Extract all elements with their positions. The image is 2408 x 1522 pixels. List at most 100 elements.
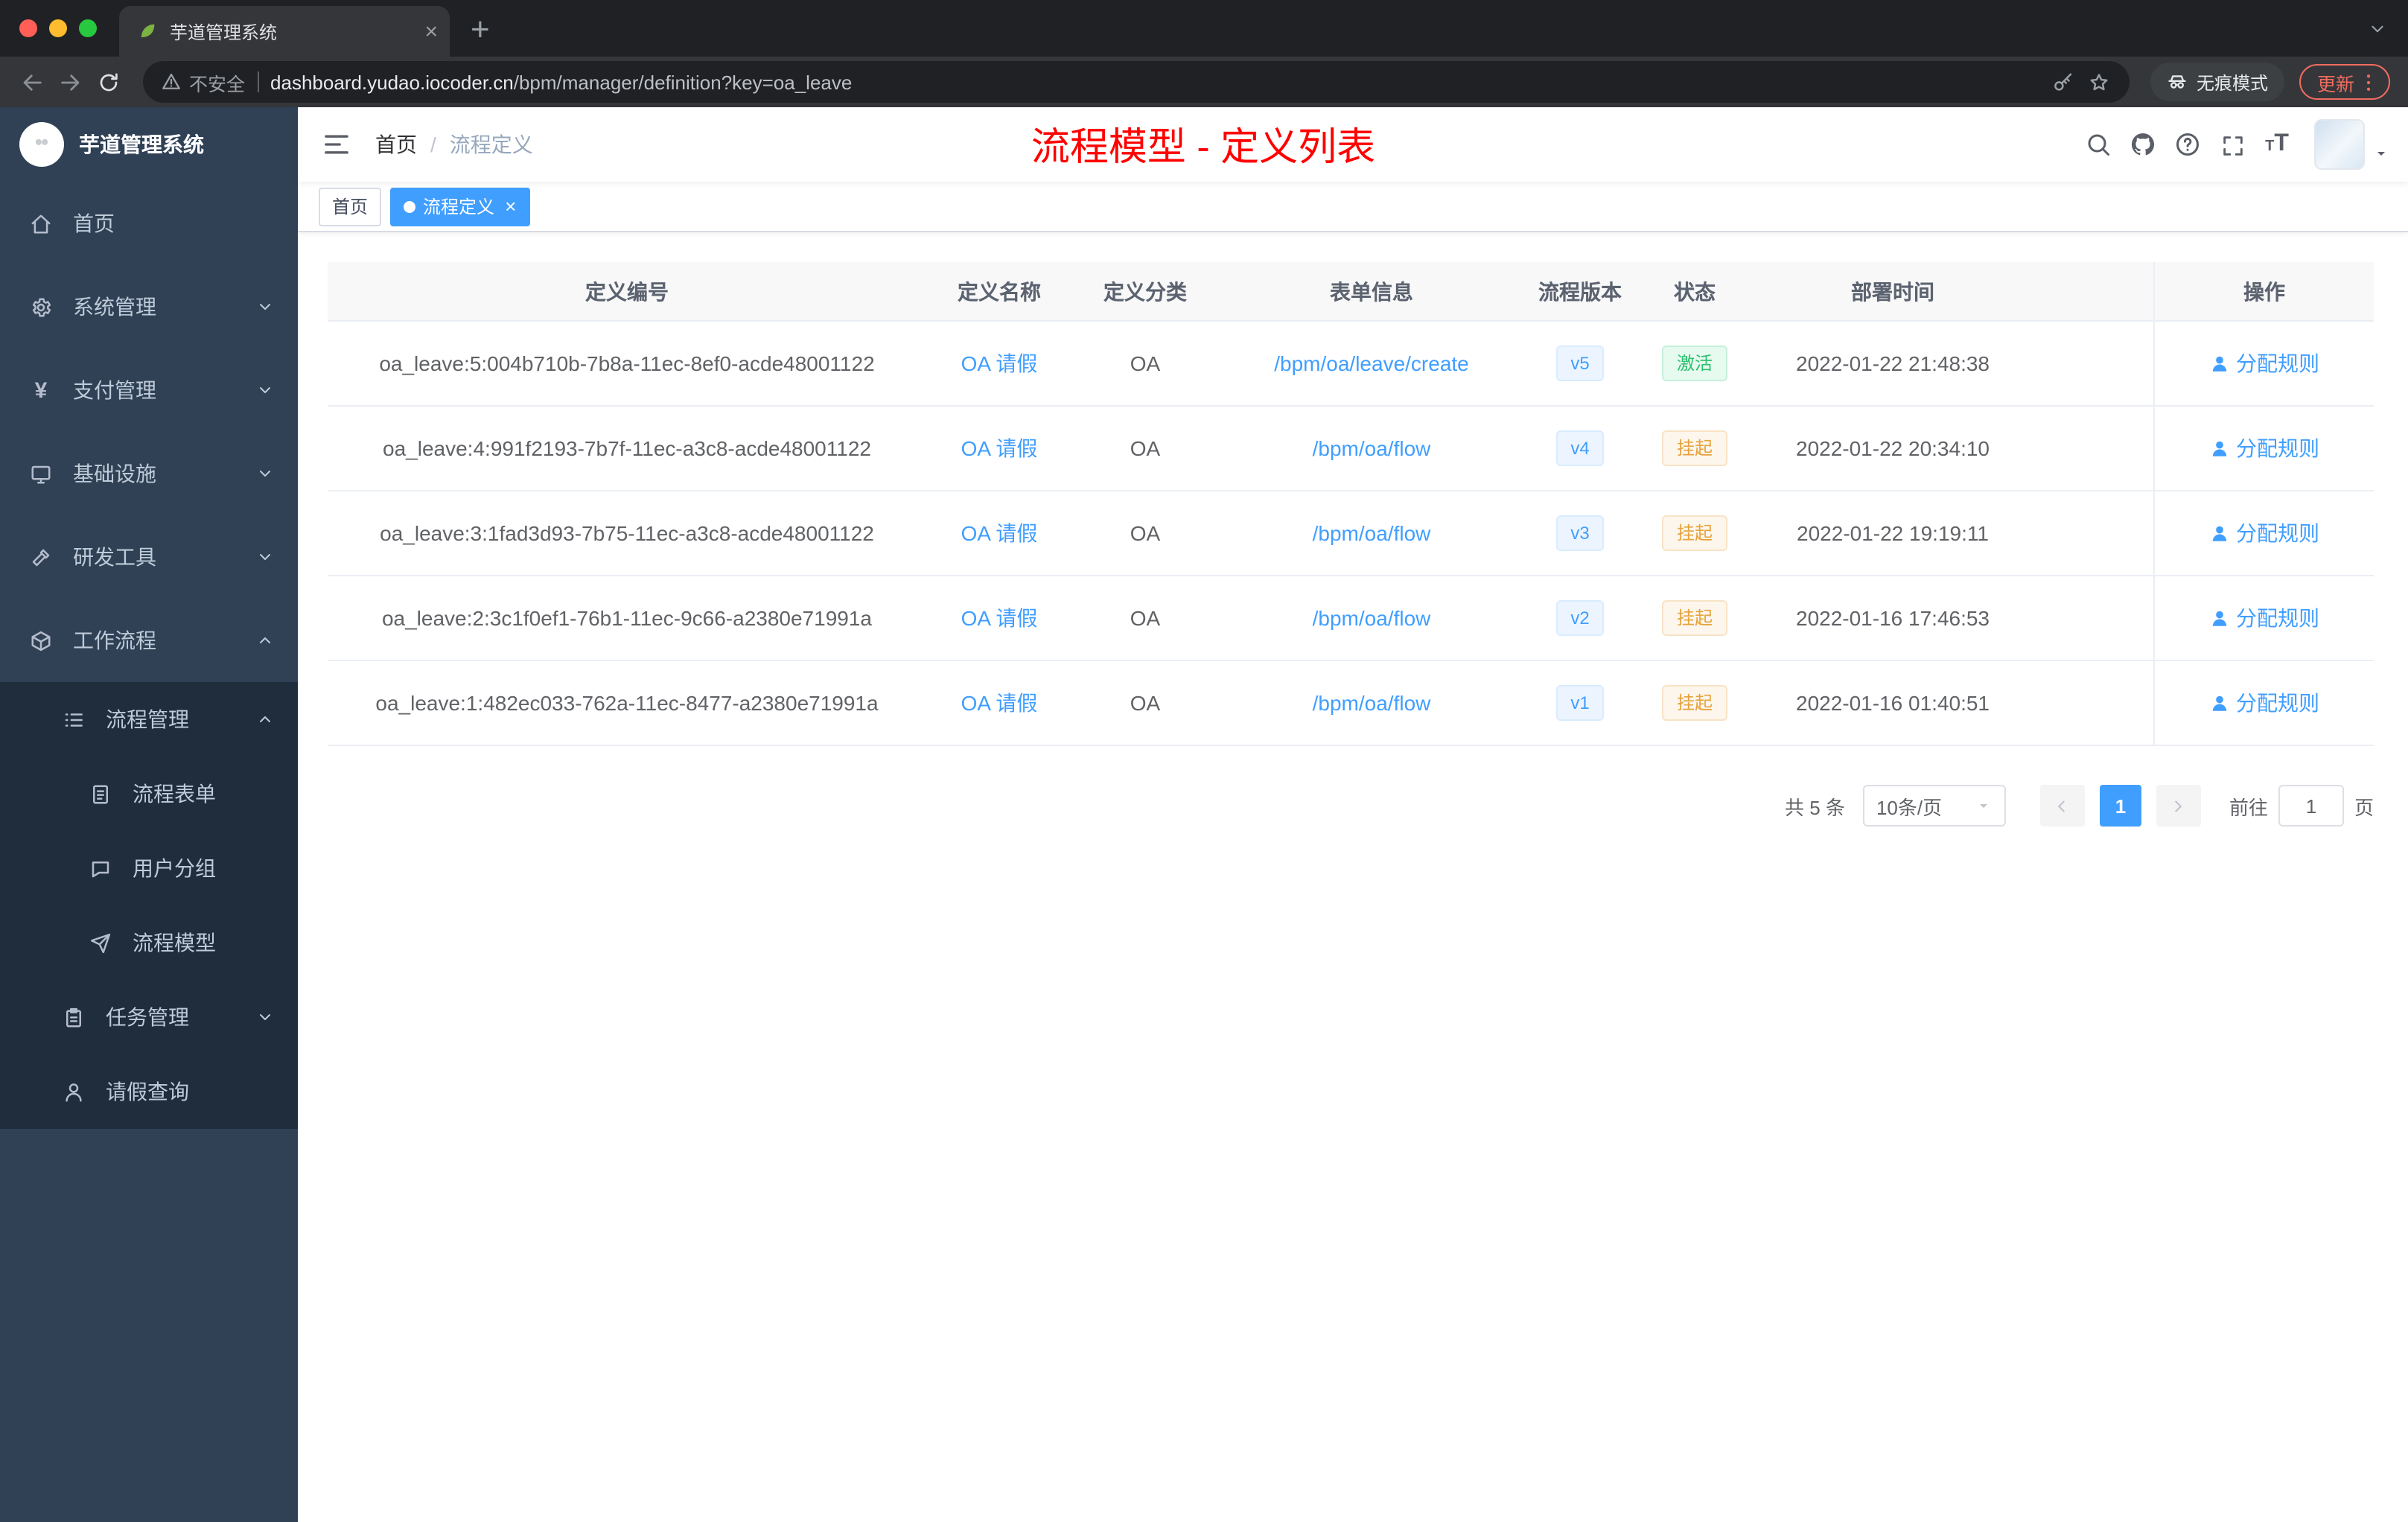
yen-icon: ¥ — [34, 378, 48, 403]
logo-title: 芋道管理系统 — [79, 133, 204, 156]
assign-rule-link[interactable]: 分配规则 — [2209, 603, 2319, 633]
assign-rule-label: 分配规则 — [2236, 351, 2319, 375]
url-text: dashboard.yudao.iocoder.cn/bpm/manager/d… — [270, 71, 2046, 93]
not-secure-warning-icon[interactable] — [161, 71, 182, 92]
definition-id: oa_leave:5:004b710b-7b8a-11ec-8ef0-acde4… — [379, 351, 875, 375]
tab-close-icon[interactable]: × — [424, 20, 438, 42]
assign-rule-link[interactable]: 分配规则 — [2209, 433, 2319, 463]
sidebar-item-system[interactable]: 系统管理 — [0, 265, 298, 348]
github-icon[interactable] — [2129, 130, 2157, 159]
sidebar-item-devtools[interactable]: 研发工具 — [0, 515, 298, 599]
sidebar-item-leave-query[interactable]: 请假查询 — [0, 1054, 298, 1129]
deploy-time: 2022-01-22 21:48:38 — [1796, 351, 1990, 375]
sidebar-toggle-hamburger-icon[interactable] — [322, 130, 351, 159]
sidebar-item-workflow[interactable]: 工作流程 — [0, 599, 298, 682]
bookmark-star-icon[interactable] — [2089, 71, 2111, 93]
next-page-button[interactable] — [2156, 785, 2201, 827]
sidebar-item-infra[interactable]: 基础设施 — [0, 432, 298, 515]
chevron-down-icon — [256, 298, 274, 316]
tag-label: 流程定义 — [423, 197, 495, 217]
window-zoom-button[interactable] — [79, 19, 97, 37]
sidebar-item-home[interactable]: 首页 — [0, 182, 298, 265]
definition-name-link[interactable]: OA 请假 — [961, 433, 1038, 463]
address-bar[interactable]: 不安全 dashboard.yudao.iocoder.cn/bpm/manag… — [143, 61, 2130, 103]
assign-rule-link[interactable]: 分配规则 — [2209, 518, 2319, 548]
form-link[interactable]: /bpm/oa/flow — [1313, 691, 1431, 715]
browser-tab[interactable]: 芋道管理系统 × — [119, 6, 450, 57]
form-link[interactable]: /bpm/oa/flow — [1313, 436, 1431, 460]
page-1-button[interactable]: 1 — [2099, 785, 2141, 827]
chevron-right-icon — [2169, 796, 2188, 815]
table-row: oa_leave:1:482ec033-762a-11ec-8477-a2380… — [328, 661, 2374, 746]
definition-id: oa_leave:1:482ec033-762a-11ec-8477-a2380… — [375, 691, 879, 715]
tag-home[interactable]: 首页 — [319, 187, 382, 226]
assign-rule-link[interactable]: 分配规则 — [2209, 348, 2319, 378]
sidebar-item-label: 研发工具 — [73, 545, 156, 569]
breadcrumb-home[interactable]: 首页 — [375, 130, 417, 159]
table-row: oa_leave:5:004b710b-7b8a-11ec-8ef0-acde4… — [328, 322, 2374, 407]
deploy-time: 2022-01-16 01:40:51 — [1796, 691, 1990, 715]
definition-name-link[interactable]: OA 请假 — [961, 688, 1038, 718]
sidebar-item-process-model[interactable]: 流程模型 — [0, 905, 298, 980]
chrome-update-button[interactable]: 更新 — [2299, 64, 2390, 100]
row-spacer — [2031, 407, 2153, 490]
definition-name-link[interactable]: OA 请假 — [961, 603, 1038, 633]
app-frame: 芋道管理系统 首页 系统管理 ¥ 支付管理 基础设施 研发工具 工作流程 流程管理 流程表单 用户… — [0, 107, 2408, 1522]
tab-search-chevron-icon[interactable] — [2368, 19, 2387, 39]
window-minimize-button[interactable] — [49, 19, 67, 37]
user-avatar[interactable] — [2314, 119, 2365, 170]
fullscreen-icon[interactable] — [2220, 132, 2245, 157]
definition-name-link[interactable]: OA 请假 — [961, 348, 1038, 378]
definition-name-link[interactable]: OA 请假 — [961, 518, 1038, 548]
new-tab-button[interactable]: + — [471, 13, 490, 46]
row-actions: 分配规则 — [2153, 491, 2374, 575]
tab-strip: 芋道管理系统 × + — [0, 0, 2408, 57]
deploy-time: 2022-01-16 17:46:53 — [1796, 606, 1990, 630]
sidebar-item-label: 工作流程 — [73, 628, 156, 652]
sidebar-item-payment[interactable]: ¥ 支付管理 — [0, 348, 298, 432]
sidebar-logo[interactable]: 芋道管理系统 — [0, 107, 298, 182]
window-close-button[interactable] — [19, 19, 37, 37]
breadcrumb-separator: / — [430, 133, 436, 156]
goto-label: 前往 — [2229, 796, 2268, 818]
definition-id: oa_leave:2:3c1f0ef1-76b1-11ec-9c66-a2380… — [381, 606, 872, 630]
assign-rule-label: 分配规则 — [2236, 691, 2319, 715]
sidebar-item-process-mgmt[interactable]: 流程管理 — [0, 682, 298, 757]
sidebar-item-label: 流程模型 — [133, 931, 216, 955]
form-link[interactable]: /bpm/oa/flow — [1313, 606, 1431, 630]
help-icon[interactable] — [2174, 131, 2201, 158]
sidebar-item-label: 首页 — [73, 211, 115, 235]
navbar-actions: TT — [2076, 119, 2408, 170]
row-spacer — [2031, 491, 2153, 575]
form-link[interactable]: /bpm/oa/leave/create — [1274, 351, 1469, 375]
chevron-left-icon — [2053, 796, 2072, 815]
clipboard-icon — [63, 1006, 85, 1028]
tag-process-definition[interactable]: 流程定义 × — [390, 187, 530, 226]
row-spacer — [2031, 661, 2153, 745]
tag-close-icon[interactable]: × — [505, 197, 516, 216]
back-icon[interactable] — [19, 69, 44, 95]
reload-icon[interactable] — [97, 70, 121, 94]
page-size-select[interactable]: 10条/页 — [1862, 785, 2006, 827]
form-link[interactable]: /bpm/oa/flow — [1313, 521, 1431, 545]
chevron-down-icon — [256, 548, 274, 566]
sidebar-item-task-mgmt[interactable]: 任务管理 — [0, 980, 298, 1054]
sidebar-item-process-form[interactable]: 流程表单 — [0, 757, 298, 831]
doc-icon — [89, 783, 112, 805]
search-icon[interactable] — [2085, 131, 2112, 158]
assign-rule-link[interactable]: 分配规则 — [2209, 688, 2319, 718]
status-tag: 挂起 — [1661, 430, 1727, 466]
window-controls — [19, 19, 97, 37]
prev-page-button[interactable] — [2039, 785, 2085, 827]
password-key-icon[interactable] — [2053, 71, 2075, 93]
sidebar: 芋道管理系统 首页系统管理 ¥ 支付管理 基础设施研发工具工作流程流程管理 流程表单 用户… — [0, 107, 298, 1522]
goto-page-input[interactable] — [2278, 785, 2344, 827]
forward-icon[interactable] — [57, 69, 83, 95]
incognito-badge[interactable]: 无痕模式 — [2150, 63, 2284, 101]
sidebar-item-user-group[interactable]: 用户分组 — [0, 831, 298, 905]
select-caret-down-icon — [1975, 797, 1993, 815]
font-size-icon[interactable]: TT — [2265, 132, 2289, 156]
page-size-value: 10条/页 — [1876, 796, 1943, 818]
browser-menu-dots-icon[interactable] — [2357, 71, 2380, 93]
avatar-caret-down-icon[interactable] — [2372, 144, 2390, 162]
